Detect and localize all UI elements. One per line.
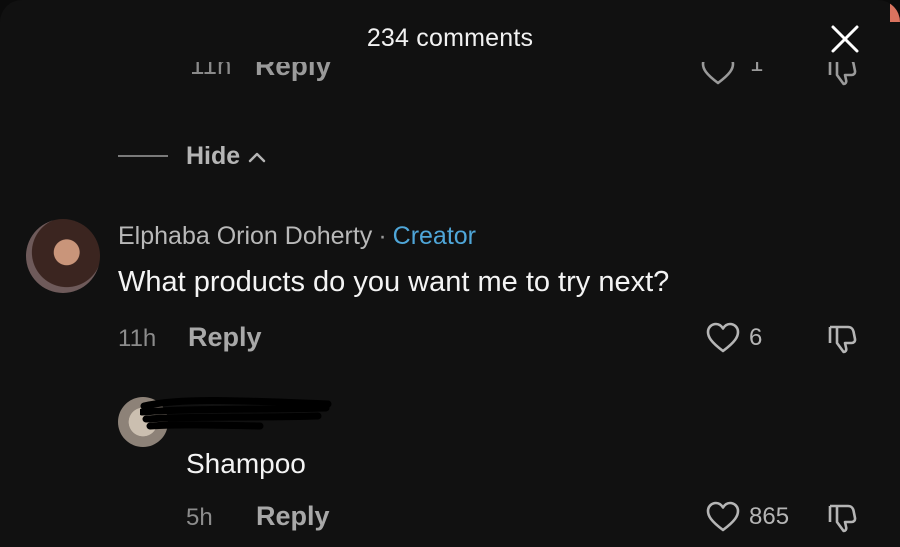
reply-time: 5h [186, 504, 213, 531]
comments-count-title: 234 comments [366, 24, 534, 52]
reply-like-button[interactable]: 865 [705, 501, 789, 533]
author-separator: · [378, 222, 387, 250]
previous-reply-button[interactable]: Reply [255, 62, 331, 82]
previous-comment-time: 11h [190, 62, 232, 80]
heart-outline-icon [701, 62, 735, 85]
comment-reply-button[interactable]: Reply [188, 322, 262, 353]
redacted-username-scribble [140, 397, 332, 430]
comment-like-count: 6 [749, 324, 763, 351]
hide-label: Hide [186, 141, 241, 170]
comment-text: What products do you want me to try next… [118, 266, 670, 298]
thumbs-down-icon [828, 325, 857, 354]
thumbs-down-icon [828, 504, 857, 533]
reply-like-count: 865 [749, 503, 790, 530]
previous-comment-actions: 11h Reply 1 [0, 62, 900, 102]
comment-dislike-button[interactable] [826, 322, 860, 361]
comment-author-line: Elphaba Orion Doherty · Creator [118, 222, 476, 251]
hide-replies-button[interactable]: Hide [118, 138, 266, 174]
heart-outline-icon [706, 322, 740, 353]
reply-reply-button[interactable]: Reply [256, 501, 330, 532]
previous-like-count: 1 [750, 62, 764, 77]
thumbs-down-icon [828, 62, 857, 86]
previous-dislike-button[interactable] [826, 62, 860, 93]
comment-like-button[interactable]: 6 [705, 322, 762, 354]
comment-time: 11h [118, 325, 157, 352]
previous-like-button[interactable] [700, 62, 736, 91]
reply-dislike-button[interactable] [826, 501, 860, 540]
comments-sheet: 234 comments 11h Reply 1 Hide Elphaba Or… [0, 0, 900, 547]
comment-author-name[interactable]: Elphaba Orion Doherty [118, 222, 372, 250]
reply-text: Shampoo [186, 448, 306, 479]
creator-avatar[interactable] [26, 219, 100, 293]
thread-divider-line [118, 155, 168, 157]
background-video-edge [890, 0, 900, 22]
chevron-up-icon [248, 152, 266, 163]
creator-badge: Creator [392, 222, 477, 250]
close-icon [831, 25, 859, 53]
close-button[interactable] [828, 22, 862, 56]
heart-outline-icon [706, 501, 740, 532]
